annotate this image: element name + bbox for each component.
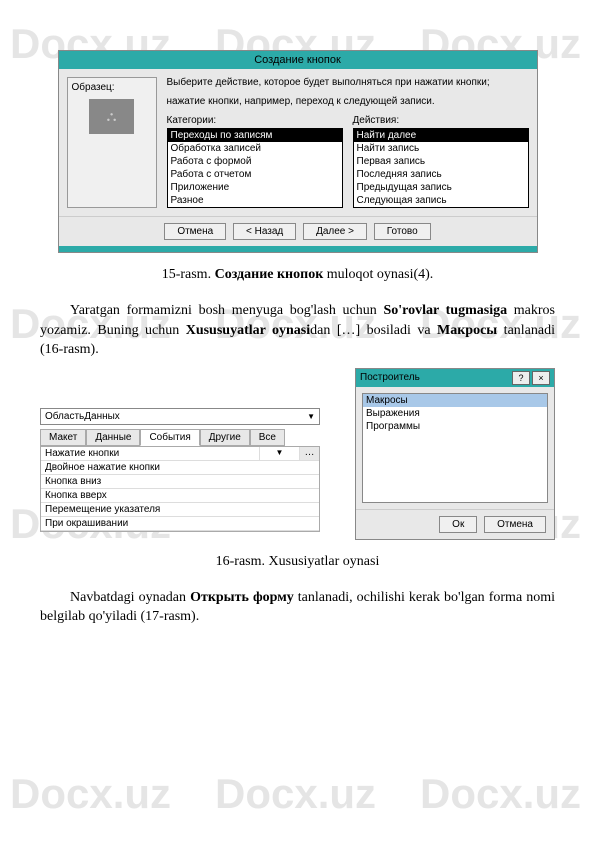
list-item[interactable]: Найти далее <box>354 129 528 142</box>
table-row[interactable]: Двойное нажатие кнопки <box>41 461 319 475</box>
tab-all[interactable]: Все <box>250 429 285 446</box>
list-item[interactable]: Переходы по записям <box>168 129 342 142</box>
property-name: При окрашивании <box>41 517 319 530</box>
instruction-text: Выберите действие, которое будет выполня… <box>167 77 529 88</box>
list-item[interactable]: Приложение <box>168 181 342 194</box>
table-row[interactable]: Кнопка вверх <box>41 489 319 503</box>
sample-preview: ⛬ <box>89 99 134 134</box>
categories-listbox[interactable]: Переходы по записям Обработка записей Ра… <box>167 128 343 208</box>
properties-grid: Нажатие кнопки ▼ … Двойное нажатие кнопк… <box>40 446 320 532</box>
tab-layout[interactable]: Макет <box>40 429 86 446</box>
body-paragraph: Navbatdagi oynadan Открыть форму tanlana… <box>40 588 555 627</box>
back-button[interactable]: < Назад <box>233 223 296 240</box>
finish-button[interactable]: Готово <box>374 223 431 240</box>
property-tabs: Макет Данные События Другие Все <box>40 429 320 446</box>
object-combo[interactable]: ОбластьДанных ▼ <box>40 408 320 425</box>
watermark: Docx.uz <box>215 770 376 818</box>
sample-icon: ⛬ <box>107 108 117 125</box>
properties-panel: ОбластьДанных ▼ Макет Данные События Дру… <box>40 408 320 532</box>
list-item[interactable]: Выражения <box>363 407 547 420</box>
list-item[interactable]: Найти запись <box>354 142 528 155</box>
list-item[interactable]: Последняя запись <box>354 168 528 181</box>
builder-dialog: Построитель ? × Макросы Выражения Програ… <box>355 368 555 540</box>
property-name: Нажатие кнопки <box>41 447 259 460</box>
actions-label: Действия: <box>353 115 529 126</box>
cancel-button[interactable]: Отмена <box>484 516 546 533</box>
figure-caption: 16-rasm. Xususiyatlar oynasi <box>40 554 555 570</box>
list-item[interactable]: Работа с отчетом <box>168 168 342 181</box>
list-item[interactable]: Работа с формой <box>168 155 342 168</box>
list-item[interactable]: Первая запись <box>354 155 528 168</box>
table-row[interactable]: Перемещение указателя <box>41 503 319 517</box>
figure-caption: 15-rasm. Создание кнопок muloqot oynasi(… <box>40 267 555 283</box>
actions-listbox[interactable]: Найти далее Найти запись Первая запись П… <box>353 128 529 208</box>
watermark: Docx.uz <box>10 770 171 818</box>
chevron-down-icon: ▼ <box>307 412 315 421</box>
property-name: Кнопка вверх <box>41 489 319 502</box>
combo-value: ОбластьДанных <box>45 411 120 422</box>
list-item[interactable]: Предыдущая запись <box>354 181 528 194</box>
property-name: Перемещение указателя <box>41 503 319 516</box>
body-paragraph: Yaratgan formamizni bosh menyuga bog'las… <box>40 301 555 360</box>
list-item[interactable]: Следующая запись <box>354 194 528 207</box>
sample-panel: Образец: ⛬ <box>67 77 157 208</box>
tab-other[interactable]: Другие <box>200 429 250 446</box>
instruction-text: нажатие кнопки, например, переход к след… <box>167 96 529 107</box>
tab-data[interactable]: Данные <box>86 429 140 446</box>
list-item[interactable]: Обработка записей <box>168 142 342 155</box>
list-item[interactable]: Макросы <box>363 394 547 407</box>
dialog-title: Создание кнопок <box>59 51 537 69</box>
create-buttons-dialog: Создание кнопок Образец: ⛬ Выберите дейс… <box>58 50 538 253</box>
dialog-title: Построитель <box>360 372 420 383</box>
tab-events[interactable]: События <box>140 429 199 446</box>
builder-button[interactable]: … <box>299 447 319 460</box>
builder-listbox[interactable]: Макросы Выражения Программы <box>362 393 548 503</box>
table-row[interactable]: Нажатие кнопки ▼ … <box>41 447 319 461</box>
ok-button[interactable]: Ок <box>439 516 477 533</box>
sample-label: Образец: <box>72 82 152 93</box>
categories-label: Категории: <box>167 115 343 126</box>
property-name: Двойное нажатие кнопки <box>41 461 319 474</box>
close-button[interactable]: × <box>532 371 550 385</box>
list-item[interactable]: Программы <box>363 420 547 433</box>
table-row[interactable]: Кнопка вниз <box>41 475 319 489</box>
help-button[interactable]: ? <box>512 371 530 385</box>
next-button[interactable]: Далее > <box>303 223 367 240</box>
watermark: Docx.uz <box>420 770 581 818</box>
cancel-button[interactable]: Отмена <box>164 223 226 240</box>
table-row[interactable]: При окрашивании <box>41 517 319 531</box>
list-item[interactable]: Разное <box>168 194 342 207</box>
property-name: Кнопка вниз <box>41 475 319 488</box>
property-value[interactable]: ▼ <box>259 447 299 460</box>
